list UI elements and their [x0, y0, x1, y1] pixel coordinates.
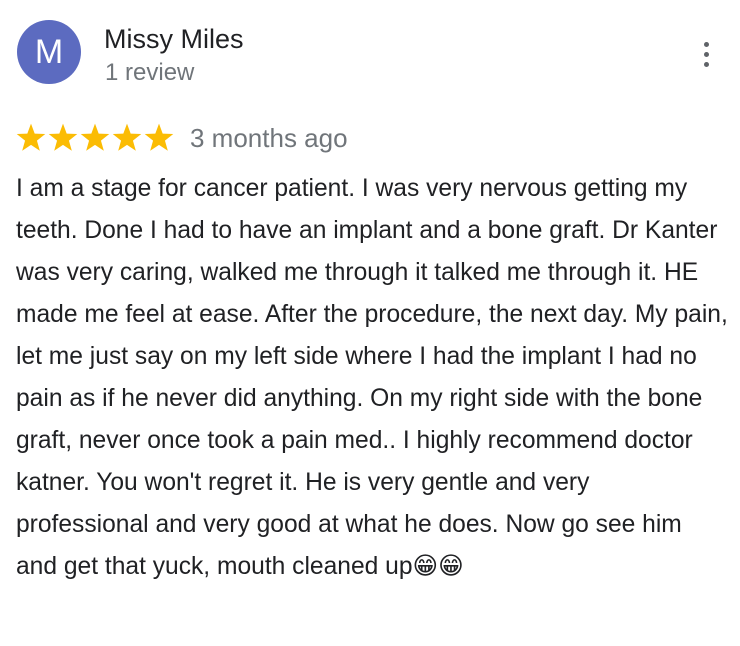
- avatar[interactable]: M: [17, 20, 81, 84]
- more-vert-icon-dot: [703, 61, 709, 67]
- author-review-count: 1 review: [105, 59, 195, 86]
- star-icon: [48, 123, 78, 151]
- review-date: 3 months ago: [190, 123, 348, 153]
- star-icon: [16, 123, 46, 151]
- star-rating: [16, 123, 174, 153]
- more-vert-icon-dot: [703, 51, 709, 57]
- star-icon: [112, 123, 142, 151]
- star-icon: [144, 123, 174, 151]
- review-text: I am a stage for cancer patient. I was v…: [16, 175, 728, 580]
- author-name[interactable]: Missy Miles: [104, 22, 244, 56]
- rating-row: 3 months ago: [16, 120, 348, 156]
- review-card: M Missy Miles 1 review 3 months ago I am…: [0, 0, 740, 646]
- more-vert-icon: [703, 41, 709, 47]
- star-icon: [80, 123, 110, 151]
- more-options-button[interactable]: [688, 34, 724, 74]
